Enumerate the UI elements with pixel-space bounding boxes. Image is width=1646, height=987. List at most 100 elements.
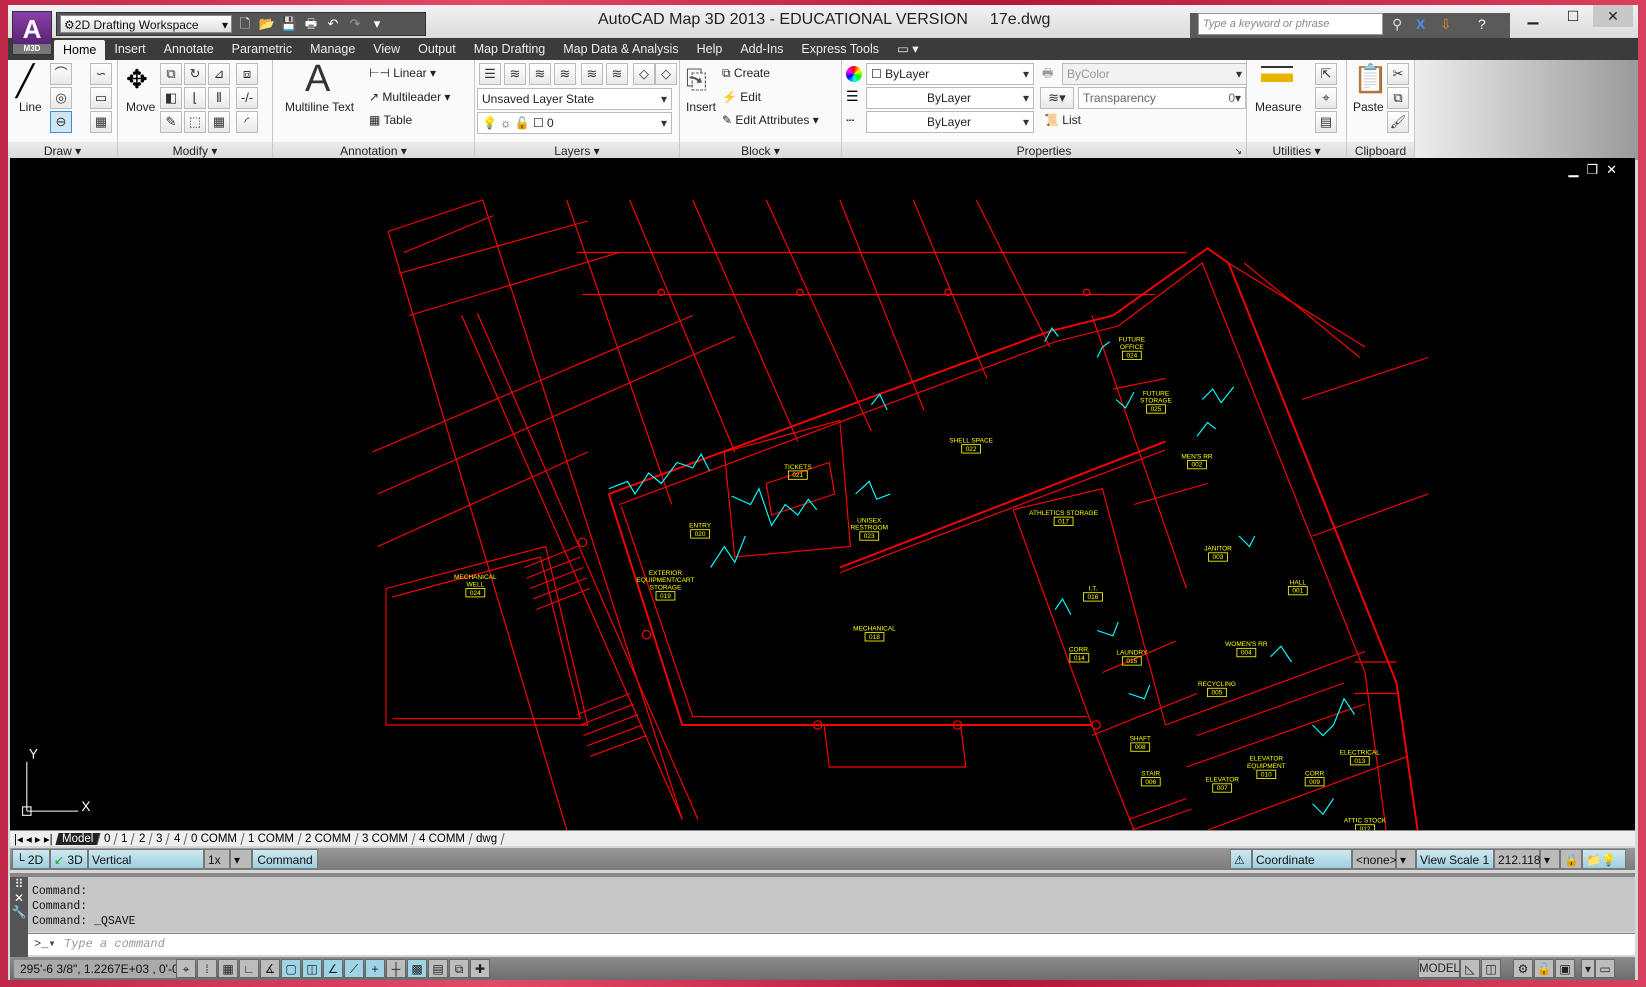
table-button[interactable]: ▦ Table	[369, 113, 412, 127]
cut-icon[interactable]: ✂	[1387, 63, 1409, 85]
grid-icon[interactable]: ▦	[218, 959, 238, 978]
quick-view-drawings-icon[interactable]: ◫	[1481, 959, 1501, 978]
offset-icon[interactable]: ⧈	[236, 63, 258, 85]
select-all-icon[interactable]: ⌖	[1315, 87, 1337, 109]
close-command-icon[interactable]: ✕	[10, 891, 28, 905]
layer-dropdown[interactable]: 💡 ☼ 🔓 ☐ 0	[477, 112, 672, 134]
array-icon[interactable]: ▦	[208, 111, 230, 133]
measure-button[interactable]: Measure	[1255, 100, 1302, 114]
redo-icon[interactable]: ↷	[346, 15, 364, 33]
list-button[interactable]: 📜 List	[1044, 113, 1081, 127]
plot-icon[interactable]: 🖶	[302, 15, 320, 33]
3d-button[interactable]: ↙ 3D	[50, 849, 88, 869]
layout-tab[interactable]: 3 COMM	[355, 832, 416, 845]
vertical-exaggeration-dropdown-icon[interactable]: ▾	[230, 849, 252, 869]
osnap-icon[interactable]: ▢	[281, 959, 301, 978]
tab-view[interactable]: View	[364, 39, 409, 59]
binoculars-icon[interactable]: ⚲	[1392, 16, 1402, 33]
circle-icon[interactable]: ◎	[50, 87, 72, 109]
transparency-icon[interactable]: ≋▾	[1040, 87, 1074, 109]
hatch-icon[interactable]: ▦	[90, 111, 112, 133]
application-menu-button[interactable]: A M3D	[12, 11, 52, 55]
command-button[interactable]: Command	[252, 849, 318, 869]
paste-icon[interactable]: 📋	[1353, 62, 1388, 95]
edit-block-button[interactable]: ⚡ Edit	[722, 90, 761, 104]
layer-properties-icon[interactable]: ☰	[479, 63, 501, 85]
command-line-handle[interactable]: ⠿ ✕ 🔧	[10, 877, 28, 959]
fillet-icon[interactable]: ⌊	[184, 87, 206, 109]
layer-state-dropdown[interactable]: Unsaved Layer State	[477, 88, 672, 110]
exchange-icon[interactable]: X	[1416, 16, 1425, 32]
ortho-icon[interactable]: ∟	[239, 959, 259, 978]
model-space-button[interactable]: MODEL	[1418, 959, 1460, 978]
scale-icon[interactable]: ⬚	[184, 111, 206, 133]
line-icon[interactable]: ╱	[16, 64, 46, 102]
workspace-dropdown[interactable]: ⚙2D Drafting Workspace	[60, 15, 232, 34]
move-button[interactable]: Move	[126, 100, 155, 114]
close-button[interactable]: ✕	[1593, 5, 1633, 27]
open-icon[interactable]: 📂	[258, 15, 276, 33]
make-current-icon[interactable]: ≋	[504, 63, 526, 85]
tab-annotate[interactable]: Annotate	[155, 39, 223, 59]
drawing-canvas[interactable]: ▁❐✕ SHELL SPACE 022 TICKETS 021 ENTRY 02…	[10, 158, 1635, 830]
multiline-text-icon[interactable]: A	[305, 58, 330, 101]
quick-view-layouts-icon[interactable]: ◺	[1460, 959, 1480, 978]
transparency-toggle-icon[interactable]: ▩	[407, 959, 427, 978]
status-menu-icon[interactable]: ▾	[1581, 959, 1595, 978]
quick-select-icon[interactable]: ⇱	[1315, 63, 1337, 85]
paste-button[interactable]: Paste	[1353, 100, 1384, 114]
spline-icon[interactable]: ∽	[90, 63, 112, 85]
dyn-icon[interactable]: +	[365, 959, 385, 978]
layout-tab[interactable]: dwg	[469, 832, 505, 845]
layout-tab[interactable]: 0 COMM	[184, 832, 245, 845]
mirror-icon[interactable]: ⫴	[208, 87, 230, 109]
stay-connected-icon[interactable]: ⇩	[1440, 16, 1452, 33]
otrack-icon[interactable]: ∠	[323, 959, 343, 978]
line-button[interactable]: Line	[19, 100, 42, 114]
linetype-dropdown[interactable]: ByLayer	[866, 111, 1034, 133]
annotation-monitor-icon[interactable]: ✚	[470, 959, 490, 978]
stretch-icon[interactable]: ◧	[160, 87, 182, 109]
tab-express-tools[interactable]: Express Tools	[792, 39, 888, 59]
copy-clip-icon[interactable]: ⧉	[1387, 87, 1409, 109]
customize-qat-icon[interactable]: ▾	[368, 15, 386, 33]
minimize-button[interactable]: ▁	[1513, 5, 1553, 27]
search-input[interactable]: Type a keyword or phrase	[1198, 13, 1383, 35]
move-icon[interactable]: ✥	[126, 64, 148, 95]
tab-output[interactable]: Output	[409, 39, 465, 59]
multileader-button[interactable]: ↗ Multileader ▾	[369, 90, 450, 104]
selection-cycling-icon[interactable]: ⧉	[449, 959, 469, 978]
new-icon[interactable]: 🗋	[236, 15, 254, 33]
polyline-icon[interactable]: ⌒	[50, 63, 72, 85]
calculator-icon[interactable]: ▤	[1315, 111, 1337, 133]
workspace-switching-icon[interactable]: ⚙	[1513, 959, 1533, 978]
layer-previous-icon[interactable]: ≋	[554, 63, 576, 85]
linear-button[interactable]: ⊢⊣ Linear ▾	[369, 66, 436, 80]
lineweight-toggle-icon[interactable]: ┼	[386, 959, 406, 978]
layer-match-icon[interactable]: ≋	[529, 63, 551, 85]
lock-icon[interactable]: 🔒	[1560, 849, 1582, 869]
undo-icon[interactable]: ↶	[324, 15, 342, 33]
ribbon-minimize-icon[interactable]: ▭ ▾	[888, 39, 928, 59]
measure-icon[interactable]	[1261, 66, 1293, 82]
command-prompt-icon[interactable]: >_▾	[34, 934, 56, 955]
view-scale-dropdown-icon[interactable]: ▾	[1540, 849, 1560, 869]
color-dropdown[interactable]: ☐ ByLayer	[866, 63, 1034, 85]
view-scale-value[interactable]: 212.118	[1494, 849, 1541, 869]
clean-screen-icon[interactable]: ▭	[1595, 959, 1615, 978]
tab-map-drafting[interactable]: Map Drafting	[465, 39, 555, 59]
layout-tab[interactable]: 2 COMM	[298, 832, 359, 845]
layer-freeze-icon[interactable]: ◇	[633, 63, 655, 85]
coordinate-readout[interactable]: 295'-6 3/8", 1.2267E+03 , 0'-0"	[14, 960, 189, 978]
coordinate-system-dropdown-icon[interactable]: ▾	[1396, 849, 1416, 869]
toolbar-lock-icon[interactable]: 🔓	[1534, 959, 1554, 978]
match-properties-icon[interactable]: 🖌	[1387, 111, 1409, 133]
hardware-acceleration-icon[interactable]: ▣	[1555, 959, 1575, 978]
tab-parametric[interactable]: Parametric	[223, 39, 301, 59]
tab-home[interactable]: Home	[54, 40, 106, 60]
rotate-icon[interactable]: ↻	[184, 63, 206, 85]
erase-icon[interactable]: ✎	[160, 111, 182, 133]
command-input[interactable]: >_▾ Type a command	[28, 933, 1635, 955]
wrench-icon[interactable]: 🔧	[10, 905, 28, 919]
quick-properties-icon[interactable]: ▤	[428, 959, 448, 978]
